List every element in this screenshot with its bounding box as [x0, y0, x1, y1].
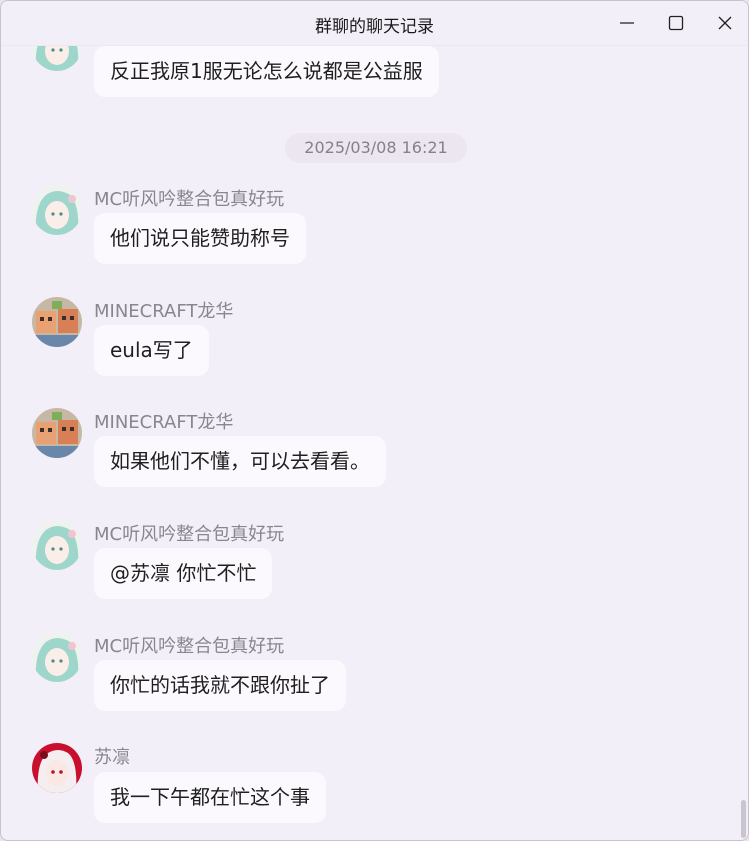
sender-name: MC听风吟整合包真好玩: [94, 189, 285, 210]
message-text: 你忙的话我就不跟你扯了: [110, 673, 330, 697]
minecraft-characters-avatar-icon: [32, 408, 82, 458]
message-text: 他们说只能赞助称号: [110, 226, 290, 250]
title-bar[interactable]: 群聊的聊天记录: [1, 1, 748, 46]
avatar[interactable]: [32, 408, 82, 458]
timestamp-badge: 2025/03/08 16:21: [285, 133, 467, 163]
message-bubble[interactable]: 你忙的话我就不跟你扯了: [94, 660, 346, 711]
message-text: @苏凛 你忙不忙: [110, 561, 257, 585]
message-bubble[interactable]: eula写了: [94, 325, 209, 376]
avatar[interactable]: [32, 46, 82, 71]
maximize-button[interactable]: [653, 1, 699, 45]
sender-name: MC听风吟整合包真好玩: [94, 636, 285, 657]
minimize-icon: [620, 22, 634, 24]
message-bubble[interactable]: 我一下午都在忙这个事: [94, 772, 326, 823]
maximize-icon: [668, 15, 684, 31]
sender-name: MINECRAFT龙华: [94, 301, 234, 322]
message-text: 如果他们不懂，可以去看看。: [110, 449, 370, 473]
avatar[interactable]: [32, 520, 82, 570]
message-bubble[interactable]: 他们说只能赞助称号: [94, 213, 306, 264]
message-text: eula写了: [110, 338, 193, 362]
sender-name: MC听风吟整合包真好玩: [94, 524, 285, 545]
message-bubble[interactable]: @苏凛 你忙不忙: [94, 548, 273, 599]
close-button[interactable]: [702, 1, 748, 45]
sender-name: 苏凛: [94, 747, 130, 768]
chat-message-area[interactable]: 反正我原1服无论怎么说都是公益服 2025/03/08 16:21 MC听风吟整…: [1, 46, 748, 840]
anime-girl-green-hair-avatar-icon: [32, 632, 82, 682]
anime-girl-red-avatar-icon: [32, 743, 82, 793]
anime-girl-green-hair-avatar-icon: [32, 520, 82, 570]
anime-girl-green-hair-avatar-icon: [32, 185, 82, 235]
minimize-button[interactable]: [604, 1, 650, 45]
anime-girl-green-hair-avatar-icon: [32, 46, 82, 71]
minecraft-characters-avatar-icon: [32, 297, 82, 347]
avatar[interactable]: [32, 632, 82, 682]
avatar[interactable]: [32, 743, 82, 793]
avatar[interactable]: [32, 185, 82, 235]
message-bubble[interactable]: 如果他们不懂，可以去看看。: [94, 436, 386, 487]
message-text: 我一下午都在忙这个事: [110, 785, 310, 809]
message-text: 反正我原1服无论怎么说都是公益服: [110, 59, 423, 83]
message-bubble[interactable]: 反正我原1服无论怎么说都是公益服: [94, 46, 439, 97]
scrollbar-thumb[interactable]: [741, 800, 746, 838]
avatar[interactable]: [32, 297, 82, 347]
close-icon: [718, 16, 732, 30]
sender-name: MINECRAFT龙华: [94, 412, 234, 433]
chat-history-window: 群聊的聊天记录 反正我原1服无论怎么说都是公益服 2025/03/08 16:2…: [0, 0, 749, 841]
